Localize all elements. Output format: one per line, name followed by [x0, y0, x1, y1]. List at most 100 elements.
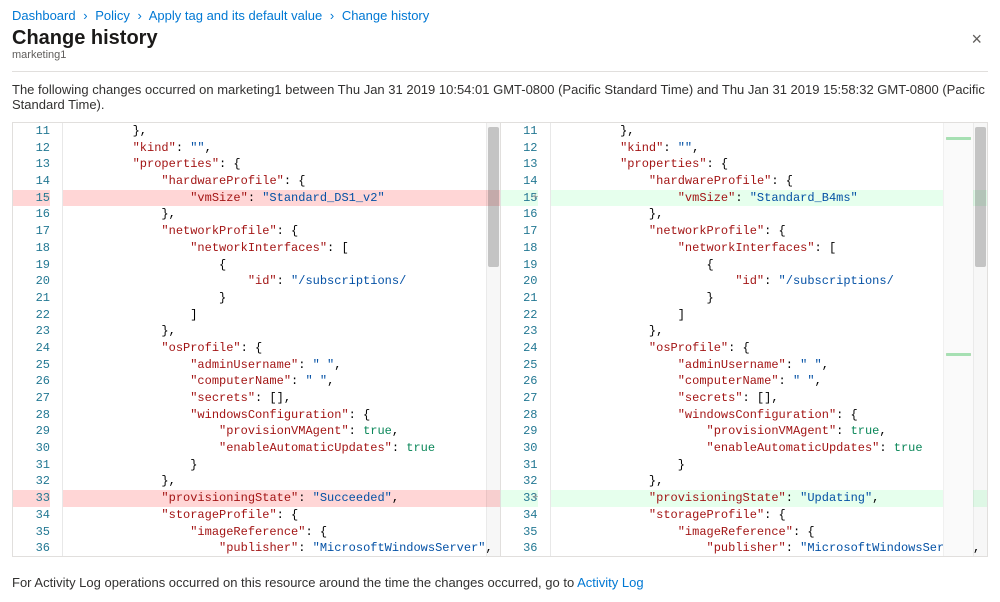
code-line: }, [63, 473, 500, 490]
line-number: 13 [501, 156, 538, 173]
code-line: "id": "/subscriptions/ [551, 273, 988, 290]
line-number: 36 [13, 540, 50, 556]
line-number: 19 [13, 257, 50, 274]
line-number: 31 [501, 457, 538, 474]
code-line: "enableAutomaticUpdates": true [551, 440, 988, 457]
minimap[interactable] [943, 123, 973, 556]
line-number: 28 [501, 407, 538, 424]
scroll-thumb[interactable] [975, 127, 986, 267]
divider [12, 71, 988, 72]
line-number: 20 [501, 273, 538, 290]
code-line: "networkInterfaces": [ [63, 240, 500, 257]
line-number: 12 [13, 140, 50, 157]
line-number: 22 [501, 307, 538, 324]
code-line: "windowsConfiguration": { [551, 407, 988, 424]
scrollbar[interactable] [973, 123, 987, 556]
breadcrumb-item[interactable]: Change history [342, 8, 429, 23]
code-line: { [63, 257, 500, 274]
code-line: "imageReference": { [63, 524, 500, 541]
close-button[interactable]: × [965, 27, 988, 52]
line-number: 28 [13, 407, 50, 424]
line-number: 33- [13, 490, 50, 507]
code-line: "secrets": [], [551, 390, 988, 407]
line-number: 35 [501, 524, 538, 541]
chevron-right-icon: › [134, 8, 146, 23]
diff-pane-left: 1112131415-16171819202122232425262728293… [13, 123, 501, 556]
code-line: }, [63, 123, 500, 140]
line-number: 30 [13, 440, 50, 457]
scrollbar[interactable] [486, 123, 500, 556]
code-line: }, [63, 323, 500, 340]
line-number: 23 [13, 323, 50, 340]
line-number: 11 [13, 123, 50, 140]
code-line: "provisionVMAgent": true, [63, 423, 500, 440]
code-line: } [551, 457, 988, 474]
line-number: 33+ [501, 490, 538, 507]
line-number: 29 [501, 423, 538, 440]
activity-log-link[interactable]: Activity Log [577, 575, 643, 590]
line-number: 16 [13, 206, 50, 223]
line-number: 30 [501, 440, 538, 457]
code-line: ] [551, 307, 988, 324]
code-line: ] [63, 307, 500, 324]
line-number: 14 [501, 173, 538, 190]
line-number: 22 [13, 307, 50, 324]
breadcrumb-item[interactable]: Policy [95, 8, 130, 23]
diff-viewer: 1112131415-16171819202122232425262728293… [12, 122, 988, 557]
code-line: "publisher": "MicrosoftWindowsServer", [63, 540, 500, 556]
chevron-right-icon: › [326, 8, 338, 23]
chevron-right-icon: › [79, 8, 91, 23]
code-line: "storageProfile": { [63, 507, 500, 524]
code-line: "hardwareProfile": { [63, 173, 500, 190]
line-number: 24 [13, 340, 50, 357]
code-line: "secrets": [], [63, 390, 500, 407]
code-line: }, [63, 206, 500, 223]
line-number: 15- [13, 190, 50, 207]
line-number: 34 [13, 507, 50, 524]
line-number: 18 [501, 240, 538, 257]
breadcrumb-item[interactable]: Dashboard [12, 8, 76, 23]
line-number: 24 [501, 340, 538, 357]
line-number: 26 [501, 373, 538, 390]
code-line: "provisionVMAgent": true, [551, 423, 988, 440]
code-line: "networkProfile": { [63, 223, 500, 240]
code-line: "windowsConfiguration": { [63, 407, 500, 424]
line-number: 27 [501, 390, 538, 407]
line-number: 21 [13, 290, 50, 307]
code-line: } [63, 290, 500, 307]
code-line: "properties": { [63, 156, 500, 173]
code-line: "enableAutomaticUpdates": true [63, 440, 500, 457]
code-line: "id": "/subscriptions/ [63, 273, 500, 290]
line-number: 14 [13, 173, 50, 190]
code-line: }, [551, 123, 988, 140]
code-line: } [551, 290, 988, 307]
code-line: "hardwareProfile": { [551, 173, 988, 190]
code-line: "adminUsername": " ", [551, 357, 988, 374]
code-line: "computerName": " ", [551, 373, 988, 390]
line-number: 31 [13, 457, 50, 474]
breadcrumb: Dashboard › Policy › Apply tag and its d… [12, 4, 988, 25]
code-line: "storageProfile": { [551, 507, 988, 524]
line-number: 23 [501, 323, 538, 340]
footer-note: For Activity Log operations occurred on … [0, 557, 1000, 602]
code-line: "properties": { [551, 156, 988, 173]
code-line: "kind": "", [551, 140, 988, 157]
line-number: 35 [13, 524, 50, 541]
line-number: 34 [501, 507, 538, 524]
line-number: 15+ [501, 190, 538, 207]
code-line: "imageReference": { [551, 524, 988, 541]
line-number: 11 [501, 123, 538, 140]
code-line: "networkInterfaces": [ [551, 240, 988, 257]
breadcrumb-item[interactable]: Apply tag and its default value [149, 8, 322, 23]
scroll-thumb[interactable] [488, 127, 499, 267]
code-line: "provisioningState": "Updating", [551, 490, 988, 507]
line-number: 17 [13, 223, 50, 240]
code-line: "networkProfile": { [551, 223, 988, 240]
code-line: { [551, 257, 988, 274]
code-line: "vmSize": "Standard_B4ms" [551, 190, 988, 207]
code-line: } [63, 457, 500, 474]
line-number: 13 [13, 156, 50, 173]
line-number: 12 [501, 140, 538, 157]
page-title: Change history [12, 27, 158, 50]
code-line: }, [551, 206, 988, 223]
